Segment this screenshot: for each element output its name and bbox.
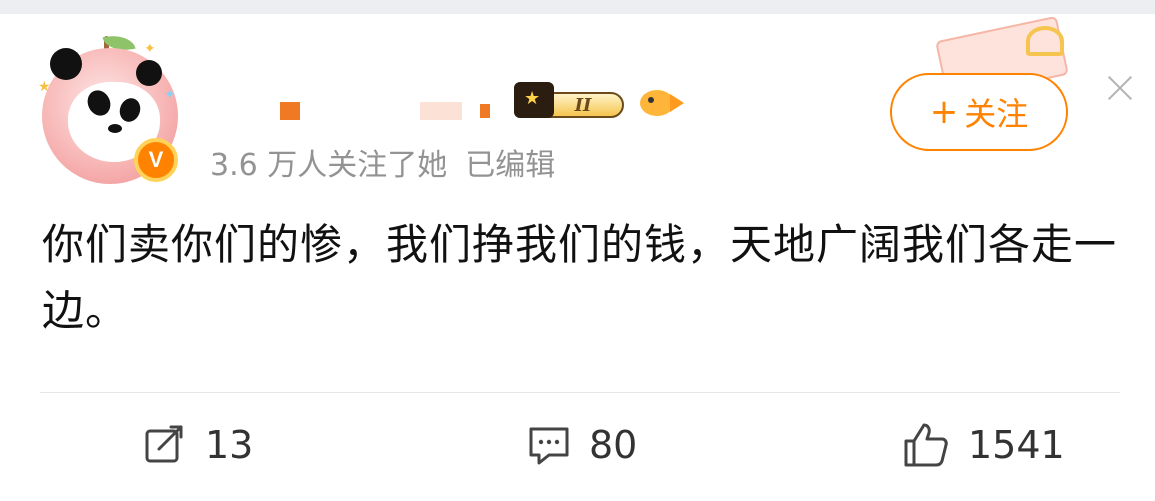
verified-badge-icon: V — [134, 138, 178, 182]
follower-count: 3.6 万人关注了她 — [210, 148, 448, 183]
divider — [40, 392, 1120, 393]
repost-button[interactable]: 13 — [143, 420, 253, 470]
like-button[interactable]: 1541 — [902, 420, 1065, 470]
post-meta: 3.6 万人关注了她 已编辑 — [210, 140, 555, 184]
crown-icon: ★ — [514, 82, 554, 118]
edited-label: 已编辑 — [465, 148, 556, 183]
comment-icon — [529, 427, 569, 465]
username-redacted[interactable] — [280, 102, 300, 120]
sparkle-icon: ★ — [38, 79, 51, 95]
comment-count: 80 — [589, 423, 638, 467]
panda-ear-left — [50, 48, 82, 80]
repost-icon — [145, 425, 183, 463]
username-redacted[interactable] — [480, 104, 490, 118]
follow-button-label: 关注 — [964, 95, 1029, 133]
top-separator — [0, 0, 1155, 14]
post-body-text: 你们卖你们的惨，我们挣我们的钱，天地广阔我们各走一边。 — [42, 220, 1118, 335]
username-redacted[interactable] — [420, 102, 462, 120]
follow-button[interactable]: + 关注 — [890, 73, 1068, 151]
panda-nose — [108, 124, 122, 133]
level-label: II — [542, 92, 624, 118]
panda-ear-right — [136, 60, 162, 86]
thumbs-up-icon — [904, 423, 948, 467]
sparkle-icon: ✦ — [164, 87, 176, 103]
like-count: 1541 — [968, 423, 1065, 467]
repost-count: 13 — [205, 423, 254, 467]
plus-icon: + — [929, 92, 959, 132]
comment-button[interactable]: 80 — [527, 420, 637, 470]
member-level-badge[interactable]: II ★ — [514, 78, 628, 120]
close-icon[interactable] — [1100, 68, 1140, 108]
fish-icon[interactable] — [636, 84, 684, 120]
ribbon-icon — [1026, 26, 1064, 56]
sparkle-icon: ✦ — [144, 41, 156, 57]
avatar[interactable]: ✦ ★ ✦ V — [34, 28, 188, 184]
